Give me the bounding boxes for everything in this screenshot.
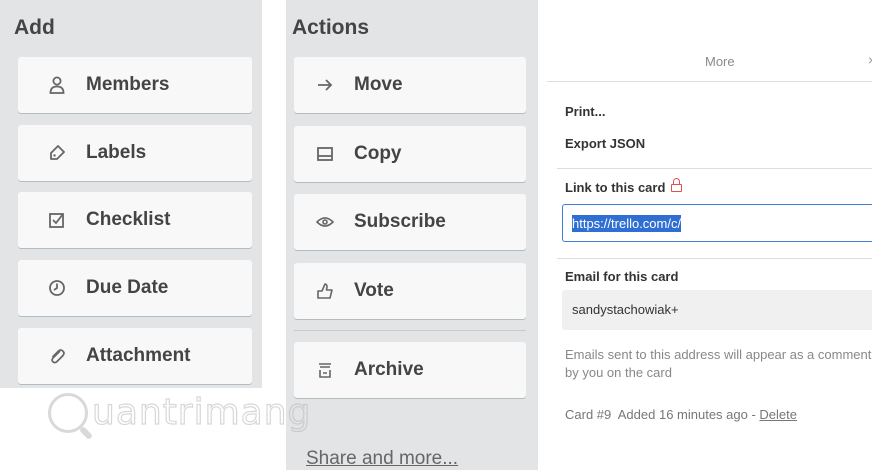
due-date-label: Due Date <box>86 277 169 298</box>
checklist-button[interactable]: Checklist <box>18 192 252 248</box>
more-popover: More × Print... Export JSON Link to this… <box>547 40 872 470</box>
subscribe-label: Subscribe <box>354 211 446 232</box>
watermark: uantrimang <box>48 391 312 434</box>
card-meta-text: Card #9 Added 16 minutes ago - <box>565 407 760 422</box>
delete-link[interactable]: Delete <box>759 407 797 422</box>
eye-icon <box>312 216 338 228</box>
members-label: Members <box>86 74 170 95</box>
more-title: More <box>705 54 735 69</box>
link-to-card-text: Link to this card <box>565 180 666 195</box>
separator <box>557 168 872 169</box>
email-for-card-label: Email for this card <box>565 269 679 284</box>
move-button[interactable]: Move <box>294 57 526 113</box>
more-header: More × <box>547 40 872 82</box>
copy-label: Copy <box>354 143 402 164</box>
actions-title: Actions <box>292 16 370 39</box>
add-title: Add <box>14 16 55 39</box>
tag-icon <box>44 144 70 162</box>
add-panel: Add Members Labels Checklist Due Date At… <box>0 0 262 388</box>
card-link-value: https://trello.com/c/ <box>572 215 682 232</box>
archive-label: Archive <box>354 359 424 380</box>
close-icon[interactable]: × <box>868 52 872 68</box>
thumbs-up-icon <box>312 282 338 300</box>
copy-button[interactable]: Copy <box>294 126 526 182</box>
card-email-field[interactable]: sandystachowiak+ <box>562 290 872 330</box>
export-json-item[interactable]: Export JSON <box>565 136 645 151</box>
share-and-more-link[interactable]: Share and more... <box>306 448 458 470</box>
checklist-label: Checklist <box>86 209 171 230</box>
archive-box-icon <box>312 361 338 379</box>
subscribe-button[interactable]: Subscribe <box>294 194 526 250</box>
attachment-label: Attachment <box>86 345 191 366</box>
clock-icon <box>44 279 70 297</box>
paperclip-icon <box>44 347 70 365</box>
person-icon <box>44 76 70 94</box>
vote-button[interactable]: Vote <box>294 263 526 319</box>
print-item[interactable]: Print... <box>565 104 605 119</box>
separator <box>557 258 872 259</box>
members-button[interactable]: Members <box>18 57 252 113</box>
email-help-text: Emails sent to this address will appear … <box>565 347 872 380</box>
card-meta: Card #9 Added 16 minutes ago - Delete <box>565 407 797 422</box>
actions-divider <box>294 330 526 331</box>
card-link-input[interactable]: https://trello.com/c/ <box>562 204 872 242</box>
arrow-right-icon <box>312 78 338 92</box>
watermark-logo-icon <box>48 392 88 433</box>
attachment-button[interactable]: Attachment <box>18 328 252 384</box>
vote-label: Vote <box>354 280 394 301</box>
lock-icon <box>671 178 683 192</box>
link-to-card-label: Link to this card <box>565 178 683 195</box>
labels-label: Labels <box>86 142 147 163</box>
labels-button[interactable]: Labels <box>18 125 252 181</box>
checkbox-icon <box>44 211 70 229</box>
watermark-text: uantrimang <box>91 391 312 433</box>
due-date-button[interactable]: Due Date <box>18 260 252 316</box>
move-label: Move <box>354 74 403 95</box>
card-copy-icon <box>312 146 338 162</box>
actions-panel: Actions Move Copy Subscribe Vote Archive… <box>286 0 538 470</box>
archive-button[interactable]: Archive <box>294 342 526 398</box>
